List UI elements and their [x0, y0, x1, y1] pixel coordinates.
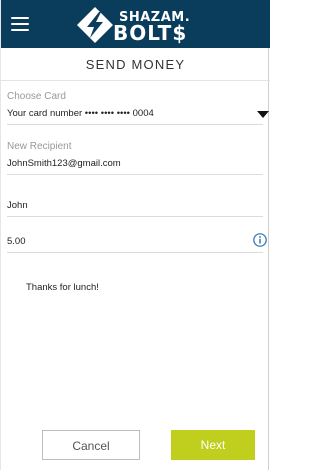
recipient-label: New Recipient: [7, 141, 72, 152]
next-button[interactable]: Next: [171, 430, 255, 460]
memo-field[interactable]: Thanks for lunch!: [26, 282, 99, 293]
info-icon[interactable]: [253, 233, 267, 247]
cancel-button[interactable]: Cancel: [42, 430, 140, 460]
shazam-bolts-logo: SHAZAM. BOLT$: [75, 6, 215, 44]
recipient-name-field[interactable]: John: [7, 200, 28, 211]
send-money-screen: SHAZAM. BOLT$ SEND MONEY Choose Card You…: [0, 0, 270, 470]
choose-card-label: Choose Card: [7, 91, 66, 102]
title-divider: [1, 80, 270, 81]
menu-icon[interactable]: [11, 14, 33, 34]
amount-field-underline: [7, 252, 263, 253]
recipient-email-field[interactable]: JohnSmith123@gmail.com: [7, 158, 121, 169]
recipient-field-underline: [7, 174, 263, 175]
page-title: SEND MONEY: [85, 57, 186, 72]
bolt-logo-icon: [77, 7, 113, 43]
app-header: SHAZAM. BOLT$: [1, 0, 270, 48]
card-field-underline: [7, 124, 263, 125]
card-select[interactable]: Your card number •••• •••• •••• 0004: [7, 108, 154, 119]
logo-text-bottom: BOLT$: [113, 21, 188, 45]
name-field-underline: [7, 216, 263, 217]
chevron-down-icon[interactable]: [257, 111, 269, 118]
amount-field[interactable]: 5.00: [7, 236, 26, 247]
